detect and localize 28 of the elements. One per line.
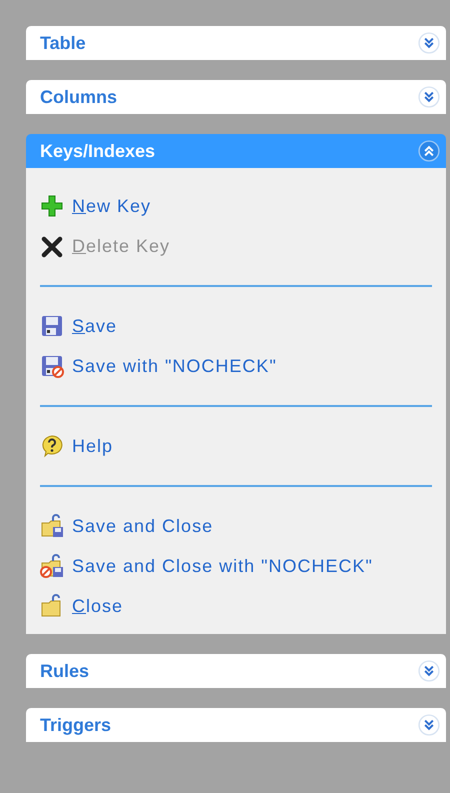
plus-icon[interactable] — [40, 194, 64, 218]
panel-header[interactable]: Triggers — [26, 708, 446, 742]
action-link[interactable]: Close — [72, 596, 124, 616]
panel-title: Triggers — [40, 714, 112, 736]
expand-icon[interactable] — [418, 714, 440, 736]
expand-icon[interactable] — [418, 660, 440, 682]
help-icon[interactable] — [40, 434, 64, 458]
panel-header[interactable]: Columns — [26, 80, 446, 114]
expand-icon[interactable] — [418, 86, 440, 108]
panel-header[interactable]: Keys/Indexes — [26, 134, 446, 168]
panel-header[interactable]: Rules — [26, 654, 446, 688]
action-link[interactable]: Save with "NOCHECK" — [72, 356, 277, 376]
folder-floppy-forbidden-icon[interactable] — [40, 554, 64, 578]
collapse-icon[interactable] — [418, 140, 440, 162]
expand-icon[interactable] — [418, 32, 440, 54]
action-link[interactable]: Save and Close — [72, 516, 214, 536]
panel-header[interactable]: Table — [26, 26, 446, 60]
cross-icon[interactable] — [40, 234, 64, 258]
action-link[interactable]: Save and Close with "NOCHECK" — [72, 556, 373, 576]
floppy-disk-forbidden-icon[interactable] — [40, 354, 64, 378]
action-link[interactable]: New Key — [72, 196, 152, 216]
panel-title: Rules — [40, 660, 90, 682]
panel-title: Table — [40, 32, 86, 54]
panel-title: Keys/Indexes — [40, 140, 156, 162]
action-link[interactable]: Save — [72, 316, 118, 336]
action-link[interactable]: Help — [72, 436, 114, 456]
panel-title: Columns — [40, 86, 118, 108]
folder-floppy-icon[interactable] — [40, 514, 64, 538]
